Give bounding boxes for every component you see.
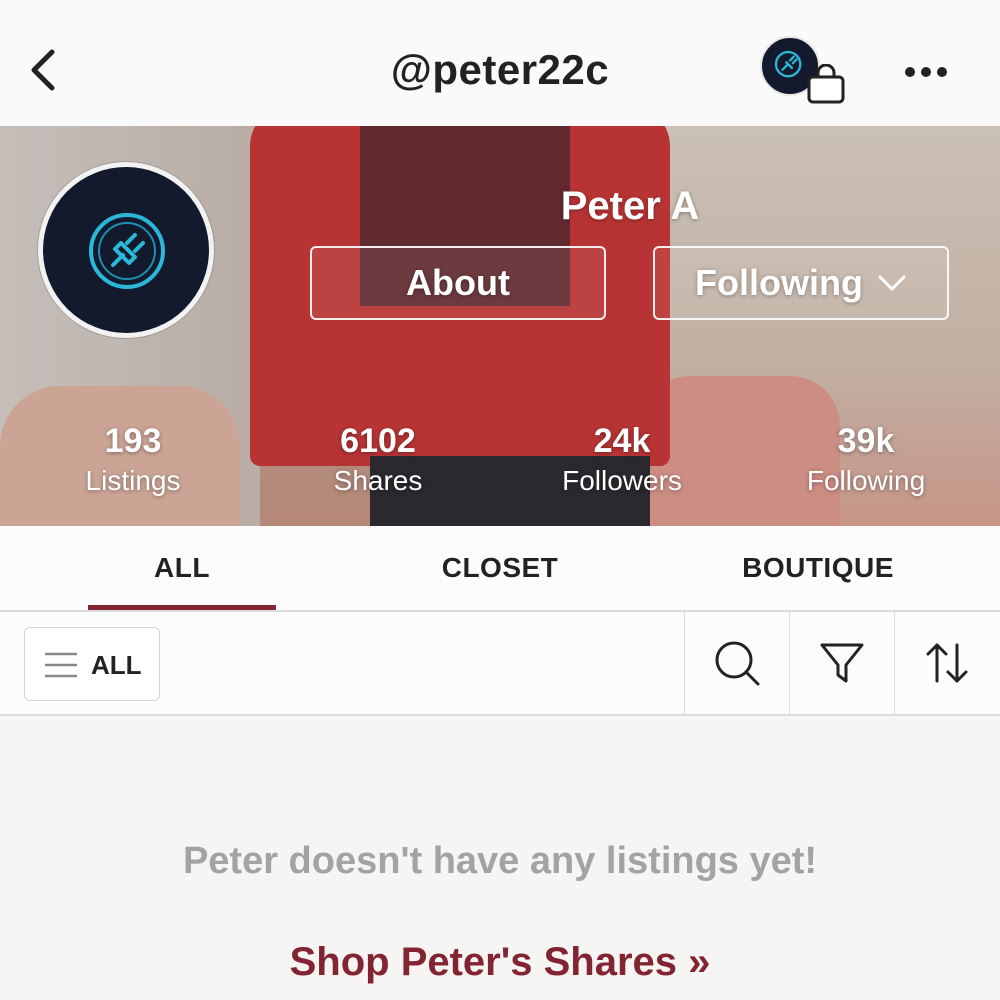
more-options-button[interactable]	[896, 50, 956, 90]
stat-value: 39k	[837, 422, 895, 460]
stat-value: 24k	[593, 422, 651, 460]
filter-button[interactable]	[789, 612, 894, 714]
search-button[interactable]	[684, 612, 789, 714]
stat-followers[interactable]: 24k Followers	[522, 422, 722, 498]
stat-label: Followers	[562, 465, 682, 496]
filter-icon	[820, 643, 864, 683]
active-tab-indicator	[88, 605, 276, 610]
plug-icon	[89, 213, 165, 289]
display-name: Peter A	[560, 184, 700, 228]
sort-icon	[926, 643, 968, 683]
following-dropdown-button[interactable]: Following	[653, 246, 949, 320]
closet-tabs: ALL CLOSET BOUTIQUE	[0, 526, 1000, 612]
stat-label: Shares	[333, 465, 423, 496]
category-filter-button[interactable]: ALL	[24, 627, 160, 701]
shopping-bag-icon	[807, 64, 845, 104]
bundle-button[interactable]	[760, 34, 850, 106]
sort-button[interactable]	[894, 612, 999, 714]
stat-label: Following	[806, 465, 926, 496]
about-label: About	[406, 262, 510, 303]
stat-value: 6102	[340, 422, 416, 460]
more-horizontal-icon	[905, 67, 947, 77]
stat-label: Listings	[85, 465, 181, 496]
empty-listings-message: Peter doesn't have any listings yet!	[182, 840, 818, 882]
stat-following[interactable]: 39k Following	[766, 422, 966, 498]
tab-all[interactable]: ALL	[88, 552, 276, 584]
top-nav-bar: @peter22c	[0, 0, 1000, 126]
stat-shares[interactable]: 6102 Shares	[278, 422, 478, 498]
tab-closet[interactable]: CLOSET	[400, 552, 600, 584]
page-title: @peter22c	[390, 46, 610, 93]
search-icon	[715, 641, 760, 686]
following-label: Following	[695, 262, 863, 303]
profile-avatar[interactable]	[38, 162, 214, 338]
stat-value: 193	[104, 422, 162, 460]
menu-icon	[45, 652, 77, 678]
stat-listings[interactable]: 193 Listings	[33, 422, 233, 498]
chevron-down-icon	[878, 275, 906, 291]
shop-shares-link[interactable]: Shop Peter's Shares »	[0, 940, 1000, 985]
filter-bar: ALL	[0, 612, 1000, 716]
tab-boutique[interactable]: BOUTIQUE	[718, 552, 918, 584]
about-button[interactable]: About	[310, 246, 606, 320]
category-filter-label: ALL	[91, 650, 142, 680]
